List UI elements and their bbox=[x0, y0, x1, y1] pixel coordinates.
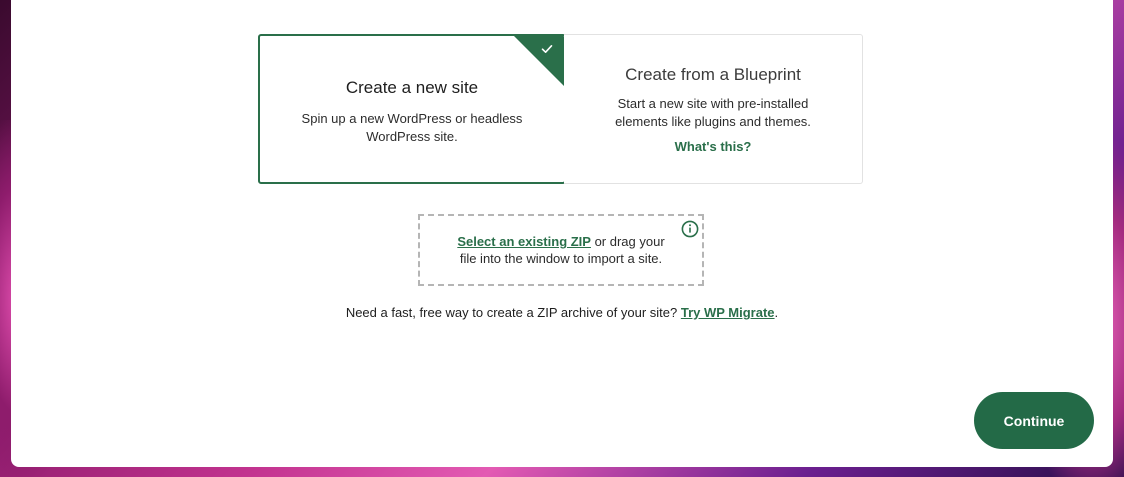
dropzone-text-1: or drag your bbox=[590, 234, 665, 249]
card-create-from-blueprint[interactable]: Create from a Blueprint Start a new site… bbox=[564, 34, 863, 184]
info-icon[interactable] bbox=[681, 220, 699, 238]
dropzone-line-1: Select an existing ZIP or drag your bbox=[420, 233, 702, 250]
selected-corner-flag bbox=[513, 36, 564, 87]
select-zip-link[interactable]: Select an existing ZIP bbox=[457, 234, 591, 249]
card-description-line-1: Spin up a new WordPress or headless bbox=[301, 111, 523, 126]
card-title: Create from a Blueprint bbox=[625, 65, 801, 84]
check-icon bbox=[541, 45, 553, 53]
migrate-note-suffix: . bbox=[774, 305, 779, 320]
dropzone-text-2: file into the window to import a site. bbox=[459, 251, 663, 266]
migrate-note: Need a fast, free way to create a ZIP ar… bbox=[11, 305, 1113, 320]
card-description: Start a new site with pre-installed elem… bbox=[593, 95, 833, 131]
card-description: Spin up a new WordPress or headless Word… bbox=[287, 110, 537, 146]
card-create-new-site[interactable]: Create a new site Spin up a new WordPres… bbox=[258, 34, 566, 184]
card-description-line-1: Start a new site with pre-installed bbox=[617, 96, 809, 111]
card-description-line-2: WordPress site. bbox=[366, 129, 458, 144]
migrate-note-text: Need a fast, free way to create a ZIP ar… bbox=[345, 305, 681, 320]
zip-dropzone[interactable]: Select an existing ZIP or drag your file… bbox=[418, 214, 704, 286]
whats-this-link[interactable]: What's this? bbox=[675, 139, 752, 154]
card-description-line-2: elements like plugins and themes. bbox=[615, 114, 811, 129]
continue-button[interactable]: Continue bbox=[974, 392, 1094, 449]
try-wp-migrate-link[interactable]: Try WP Migrate bbox=[681, 305, 775, 320]
desktop-background: Create a new site Spin up a new WordPres… bbox=[0, 0, 1124, 477]
create-site-dialog: Create a new site Spin up a new WordPres… bbox=[11, 0, 1113, 467]
